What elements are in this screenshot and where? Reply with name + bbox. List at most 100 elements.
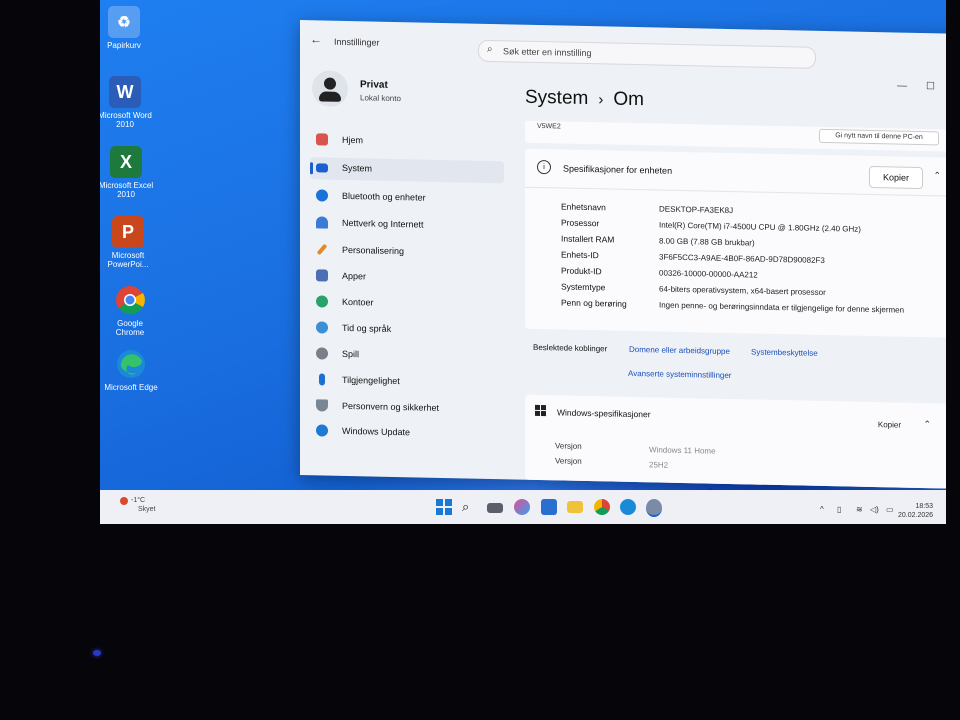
- power-led: [93, 650, 101, 656]
- system-icon: [316, 163, 328, 173]
- taskbar-chrome-icon[interactable]: [594, 499, 610, 515]
- weather-temp: -1°C: [131, 497, 146, 504]
- copy-windows-specs-button[interactable]: Kopier: [878, 420, 901, 429]
- windows-logo-icon: [535, 404, 547, 417]
- start-button[interactable]: [436, 499, 452, 515]
- powerpoint-icon: P: [112, 216, 144, 248]
- file-explorer-icon[interactable]: [567, 501, 583, 513]
- sidebar-item-label: System: [342, 162, 373, 174]
- accounts-icon: [316, 295, 328, 308]
- spec-value: Intel(R) Core(TM) i7-4500U CPU @ 1.80GHz…: [659, 220, 861, 234]
- desktop-icon-label: Papirkurv: [107, 41, 141, 50]
- breadcrumb-parent[interactable]: System: [525, 87, 588, 109]
- spec-label: Enhetsnavn: [561, 201, 606, 213]
- accessibility-icon: [319, 373, 325, 386]
- task-view-icon[interactable]: [487, 503, 503, 513]
- back-arrow-icon[interactable]: ←: [310, 32, 322, 46]
- maximize-icon[interactable]: ☐: [926, 81, 935, 92]
- desktop-icon-label: Microsoft Edge: [104, 383, 158, 392]
- desktop-icon-excel[interactable]: X Microsoft Excel 2010: [100, 146, 154, 199]
- desktop-icon-label: Microsoft PowerPoi...: [107, 251, 149, 269]
- weather-widget[interactable]: -1°C Skyet: [120, 496, 156, 514]
- sidebar-item-label: Spill: [342, 348, 360, 360]
- spec-value: 64-biters operativsystem, x64-basert pro…: [659, 284, 826, 298]
- chevron-up-icon[interactable]: ^: [820, 505, 824, 514]
- desktop-icon-chrome[interactable]: Google Chrome: [102, 284, 158, 337]
- chevron-up-icon[interactable]: ⌃: [923, 419, 931, 430]
- search-placeholder: Søk etter en innstilling: [503, 46, 592, 59]
- sidebar-item-privacy[interactable]: Personvern og sikkerhet: [310, 395, 504, 421]
- clock-time: 18:53: [915, 503, 934, 510]
- excel-icon: X: [110, 146, 142, 178]
- spec-label: Penn og berøring: [561, 297, 627, 309]
- chrome-icon: [114, 284, 146, 316]
- sidebar-item-accessibility[interactable]: Tilgjengelighet: [310, 369, 504, 395]
- sidebar-item-label: Hjem: [342, 134, 364, 146]
- avatar[interactable]: [312, 70, 348, 108]
- desktop-icon-word[interactable]: W Microsoft Word 2010: [100, 76, 153, 129]
- system-protection-link[interactable]: Systembeskyttelse: [751, 347, 818, 357]
- taskbar-edge-icon[interactable]: [620, 499, 636, 515]
- brush-icon: [316, 243, 328, 256]
- spec-label: Prosessor: [561, 217, 600, 229]
- weather-condition: Skyet: [138, 506, 156, 513]
- windows-specs-title: Windows-spesifikasjoner: [557, 407, 651, 420]
- desktop: ♻ Papirkurv W Microsoft Word 2010 X Micr…: [100, 0, 946, 524]
- sidebar-item-label: Nettverk og Internett: [342, 217, 424, 230]
- desktop-icon-label: Microsoft Word 2010: [100, 111, 152, 129]
- taskbar-search-icon[interactable]: ⌕: [462, 499, 478, 515]
- sidebar-item-label: Tilgjengelighet: [342, 374, 400, 387]
- home-icon: [316, 133, 328, 146]
- minimize-icon[interactable]: —: [897, 81, 907, 92]
- sidebar-item-home[interactable]: Hjem: [310, 129, 504, 155]
- sidebar-item-label: Windows Update: [342, 425, 411, 438]
- sidebar-item-label: Apper: [342, 270, 367, 282]
- sidebar-item-accounts[interactable]: Kontoer: [310, 291, 504, 317]
- spec-label: Versjon: [555, 441, 582, 451]
- sidebar-item-network[interactable]: Nettverk og Internett: [310, 212, 504, 238]
- domain-workgroup-link[interactable]: Domene eller arbeidsgruppe: [629, 345, 730, 356]
- windows-specs-card: Windows-spesifikasjoner Kopier ⌃ Versjon…: [525, 394, 946, 489]
- desktop-icon-powerpoint[interactable]: P Microsoft PowerPoi...: [100, 216, 158, 269]
- selection-indicator: [310, 162, 313, 175]
- sidebar-item-personalization[interactable]: Personalisering: [310, 239, 504, 265]
- taskbar-settings-icon[interactable]: [646, 499, 662, 517]
- desktop-icon-label: Microsoft Excel 2010: [100, 181, 154, 199]
- battery-icon[interactable]: ▭: [886, 505, 894, 514]
- avatar-head: [324, 77, 336, 90]
- advanced-system-settings-link[interactable]: Avanserte systeminnstillinger: [628, 369, 731, 380]
- sidebar-item-label: Personalisering: [342, 244, 405, 257]
- spec-value: DESKTOP-FA3EK8J: [659, 204, 734, 216]
- clock[interactable]: 18:53 20.02.2026: [898, 502, 933, 520]
- gaming-icon: [316, 347, 328, 360]
- device-name-strip: V5WE2 Gi nytt navn til denne PC-en: [525, 120, 946, 152]
- usb-icon[interactable]: ▯: [837, 505, 841, 514]
- sidebar-item-time-language[interactable]: Tid og språk: [310, 317, 504, 343]
- spec-label: Versjon: [555, 456, 582, 466]
- sidebar-item-label: Kontoer: [342, 296, 374, 308]
- rename-pc-button[interactable]: Gi nytt navn til denne PC-en: [819, 128, 939, 146]
- sidebar-item-windows-update[interactable]: Windows Update: [310, 420, 504, 446]
- chevron-up-icon[interactable]: ⌃: [933, 170, 941, 181]
- wifi-icon: [316, 216, 328, 229]
- sidebar-item-system[interactable]: System: [310, 157, 504, 184]
- shield-icon: [316, 399, 328, 412]
- sidebar-item-bluetooth[interactable]: Bluetooth og enheter: [310, 185, 504, 211]
- search-input[interactable]: ⌕ Søk etter en innstilling: [478, 39, 816, 69]
- page-title: Om: [613, 88, 644, 111]
- copy-device-specs-button[interactable]: Kopier: [869, 165, 923, 190]
- avatar-body: [319, 91, 341, 102]
- spec-value: Ingen penne- og berøringsinndata er tilg…: [659, 300, 905, 315]
- spec-value: Windows 11 Home: [649, 445, 716, 456]
- store-icon[interactable]: [541, 499, 557, 515]
- volume-icon[interactable]: ◁): [870, 505, 879, 514]
- device-specs-header[interactable]: i Spesifikasjoner for enheten Kopier ⌃: [525, 148, 946, 197]
- clock-date: 20.02.2026: [898, 512, 934, 519]
- wifi-icon[interactable]: ≋: [856, 505, 863, 514]
- sidebar-item-gaming[interactable]: Spill: [310, 343, 504, 369]
- desktop-icon-recycle-bin[interactable]: ♻ Papirkurv: [100, 6, 154, 50]
- desktop-icon-edge[interactable]: Microsoft Edge: [103, 348, 159, 392]
- update-icon: [316, 424, 328, 437]
- sidebar-item-apps[interactable]: Apper: [310, 265, 504, 291]
- copilot-icon[interactable]: [514, 499, 530, 515]
